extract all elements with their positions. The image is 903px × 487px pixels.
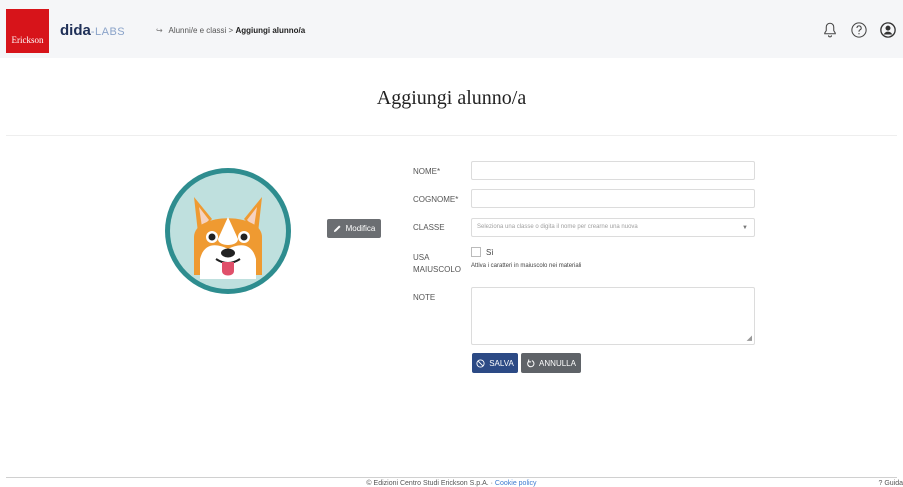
maiuscolo-option-label: Sì [486,247,494,257]
maiuscolo-hint: Attiva i caratteri in maiuscolo nei mate… [471,263,582,269]
brand-suffix: -LABS [90,26,126,38]
note-label: NOTE [413,293,436,302]
classe-select[interactable]: Seleziona una classe o digita il nome pe… [471,218,755,237]
footer-divider [6,477,897,478]
user-icon[interactable] [879,21,897,39]
logo-text: Erickson [11,35,44,45]
classe-label: CLASSE [413,223,445,232]
undo-icon [527,359,535,367]
page-title: Aggiungi alunno/a [376,87,527,109]
return-arrow-icon: ↪ [156,26,163,35]
maiuscolo-label-line2: MAIUSCOLO [413,265,462,274]
erickson-logo[interactable]: Erickson [6,9,49,53]
resize-grip-icon[interactable]: ◢ [747,335,752,342]
modifica-label: Modifica [345,224,376,233]
bell-icon[interactable] [821,21,839,39]
breadcrumb-separator: > [228,26,234,35]
maiuscolo-label: USA MAIUSCOLO [413,252,461,276]
maiuscolo-label-line1: USA [413,253,430,262]
nome-input[interactable] [471,161,755,180]
top-bar: Erickson dida-LABS ↪ Alunni/e e classi >… [0,0,903,58]
help-icon[interactable] [850,21,868,39]
breadcrumb-parent[interactable]: Alunni/e e classi [168,26,226,35]
title-divider [6,135,897,136]
cancel-label: ANNULLA [539,358,576,368]
modifica-avatar-button[interactable]: Modifica [327,219,381,238]
cancel-button[interactable]: ANNULLA [521,353,581,373]
breadcrumb: ↪ Alunni/e e classi > Aggiungi alunno/a [156,26,305,35]
maiuscolo-checkbox[interactable] [471,247,481,257]
save-button[interactable]: SALVA [472,353,518,373]
classe-placeholder: Seleziona una classe o digita il nome pe… [477,224,638,230]
dog-avatar-image [165,168,291,294]
caret-down-icon: ▼ [742,225,748,231]
save-label: SALVA [489,358,514,368]
pencil-icon [333,225,341,233]
brand-name: dida [60,22,91,39]
maiuscolo-option[interactable]: Sì [471,247,494,257]
note-textarea[interactable]: ◢ [471,287,755,345]
breadcrumb-current: Aggiungi alunno/a [235,26,306,35]
cognome-label: COGNOME* [413,195,459,204]
nome-label: NOME* [413,167,441,176]
app-brand[interactable]: dida-LABS [60,22,125,39]
save-icon [476,358,485,368]
cognome-input[interactable] [471,189,755,208]
header-icons [821,21,897,39]
